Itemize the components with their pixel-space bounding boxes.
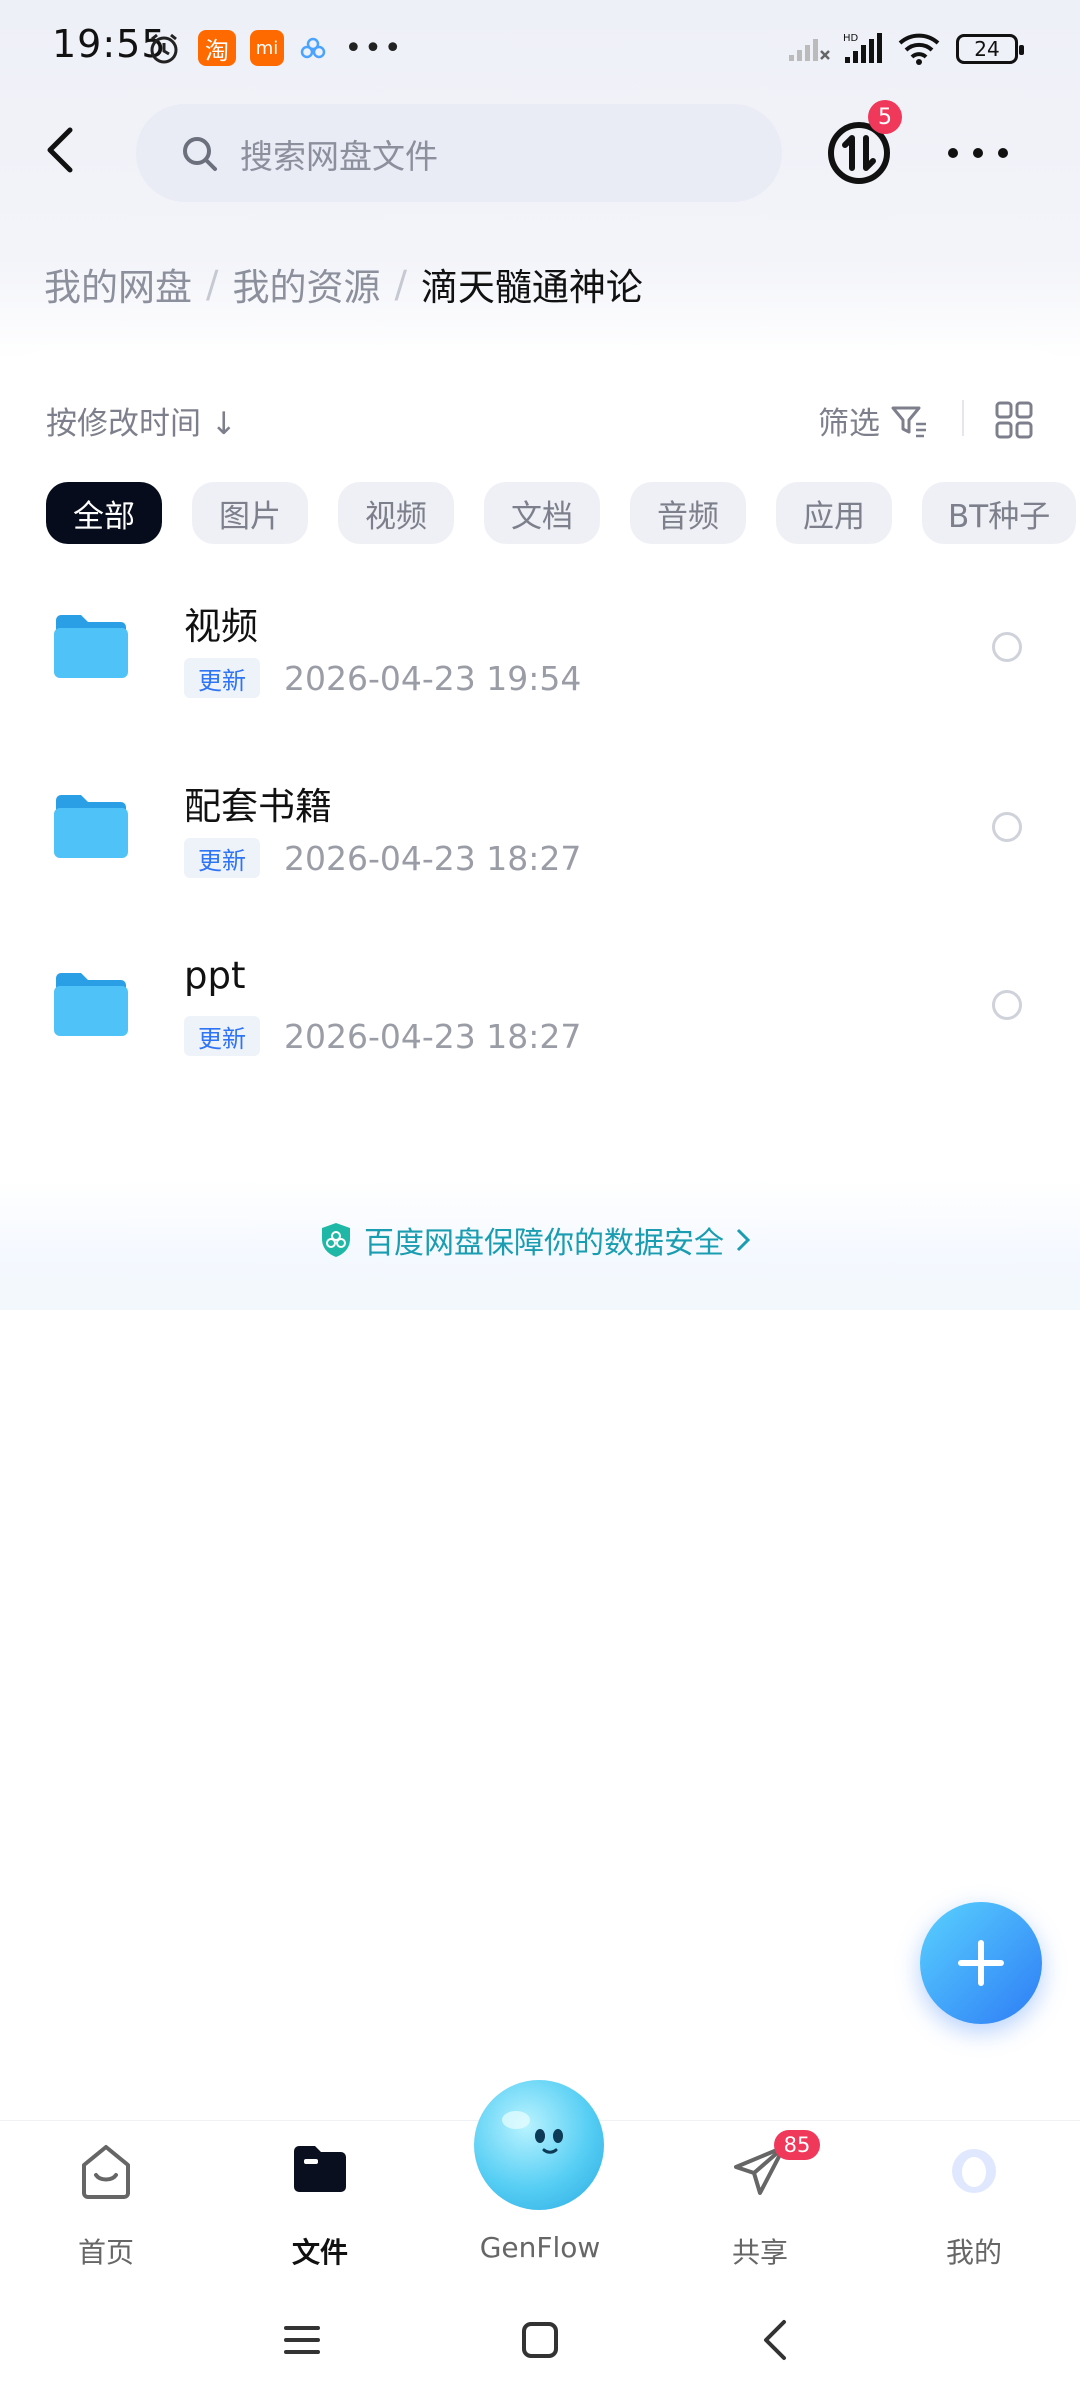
transfer-badge: 5 xyxy=(868,100,902,134)
type-filter-chips: 全部 图片 视频 文档 音频 应用 BT种子 xyxy=(46,482,1080,544)
more-dot xyxy=(998,148,1008,158)
file-name: 配套书籍 xyxy=(184,785,332,828)
breadcrumb-item-my-resources[interactable]: 我的资源 xyxy=(232,257,380,311)
chip-all[interactable]: 全部 xyxy=(46,482,162,544)
chip-apps[interactable]: 应用 xyxy=(776,482,892,544)
file-modified-time: 2026-04-23 18:27 xyxy=(284,838,582,878)
wifi-icon xyxy=(896,30,944,66)
taobao-icon: 淘 xyxy=(198,30,236,66)
chip-bt-torrents[interactable]: BT种子 xyxy=(922,482,1077,544)
tab-share-label: 共享 xyxy=(731,2236,788,2269)
breadcrumb-separator: / xyxy=(394,262,407,306)
svg-text:HD: HD xyxy=(843,33,859,44)
toolbar-divider xyxy=(962,400,964,436)
chevron-left-icon xyxy=(47,127,73,173)
search-placeholder: 搜索网盘文件 xyxy=(240,137,438,176)
tab-home-label: 首页 xyxy=(77,2236,134,2269)
genflow-bubble-icon[interactable] xyxy=(474,2080,604,2210)
tab-me-label: 我的 xyxy=(945,2236,1002,2269)
more-dots-icon: ••• xyxy=(344,30,404,66)
file-name: 视频 xyxy=(184,605,258,648)
tab-files[interactable]: 文件 xyxy=(240,2141,400,2281)
security-link[interactable]: 百度网盘保障你的数据安全 xyxy=(318,1218,752,1262)
sort-button[interactable]: 按修改时间 ↓ xyxy=(46,398,237,443)
select-checkbox[interactable] xyxy=(992,632,1022,662)
add-fab-button[interactable] xyxy=(920,1902,1042,2024)
breadcrumb-separator: / xyxy=(206,262,219,306)
security-text: 百度网盘保障你的数据安全 xyxy=(364,1226,724,1261)
system-navigation-bar xyxy=(0,2290,1080,2400)
back-arrow-icon[interactable] xyxy=(756,2318,796,2362)
chip-documents[interactable]: 文档 xyxy=(484,482,600,544)
folder-icon xyxy=(54,615,128,678)
tab-genflow-label: GenFlow xyxy=(479,2231,601,2264)
breadcrumb-current: 滴天髓通神论 xyxy=(420,266,643,309)
update-tag: 更新 xyxy=(184,1016,260,1056)
chip-audio[interactable]: 音频 xyxy=(630,482,746,544)
more-dot xyxy=(948,148,958,158)
file-modified-time: 2026-04-23 19:54 xyxy=(284,658,582,698)
more-menu-button[interactable] xyxy=(948,128,1008,178)
app-root: 19:55 淘 mi ••• HD 24 搜索网盘文件 5 我的网盘 / 我的资… xyxy=(0,0,1080,2400)
select-checkbox[interactable] xyxy=(992,812,1022,842)
security-banner: 百度网盘保障你的数据安全 xyxy=(0,1180,1080,1310)
tab-share[interactable]: 共享 xyxy=(680,2141,840,2281)
back-button[interactable] xyxy=(34,120,94,180)
update-tag: 更新 xyxy=(184,838,260,878)
folder-icon xyxy=(54,973,128,1036)
share-badge: 85 xyxy=(774,2130,820,2160)
filter-button[interactable]: 筛选 xyxy=(818,398,928,443)
breadcrumb: 我的网盘 / 我的资源 / 滴天髓通神论 xyxy=(44,258,643,310)
select-checkbox[interactable] xyxy=(992,990,1022,1020)
search-bar[interactable]: 搜索网盘文件 xyxy=(136,104,782,202)
folder-icon xyxy=(294,2146,346,2192)
baidu-netdisk-icon xyxy=(298,30,328,66)
tab-home[interactable]: 首页 xyxy=(26,2141,186,2281)
avatar-ring-icon xyxy=(952,2149,996,2193)
mi-icon: mi xyxy=(250,30,284,66)
search-icon xyxy=(183,137,217,171)
filter-label: 筛选 xyxy=(818,406,880,442)
list-item[interactable]: 视频 更新 2026-04-23 19:54 xyxy=(0,582,1080,752)
list-item[interactable]: 配套书籍 更新 2026-04-23 18:27 xyxy=(0,762,1080,932)
menu-icon[interactable] xyxy=(282,2320,322,2360)
status-bar: 19:55 淘 mi ••• HD 24 xyxy=(0,0,1080,96)
signal-sim1-icon xyxy=(786,30,834,66)
chip-images[interactable]: 图片 xyxy=(192,482,308,544)
file-name: ppt xyxy=(184,954,246,997)
list-item[interactable]: ppt 更新 2026-04-23 18:27 xyxy=(0,940,1080,1110)
home-square-icon[interactable] xyxy=(520,2320,560,2360)
breadcrumb-item-my-drive[interactable]: 我的网盘 xyxy=(44,257,192,311)
grid-view-icon xyxy=(995,401,1033,439)
update-tag: 更新 xyxy=(184,658,260,698)
chip-videos[interactable]: 视频 xyxy=(338,482,454,544)
more-dot xyxy=(973,148,983,158)
grid-view-button[interactable] xyxy=(994,400,1034,440)
chevron-right-icon xyxy=(736,1228,751,1252)
tab-me[interactable]: 我的 xyxy=(894,2141,1054,2281)
home-face-icon xyxy=(82,2145,130,2199)
file-modified-time: 2026-04-23 18:27 xyxy=(284,1016,582,1056)
alarm-icon xyxy=(146,30,182,66)
filter-funnel-icon xyxy=(891,406,926,437)
shield-icon xyxy=(322,1223,350,1257)
battery-indicator: 24 xyxy=(956,34,1024,64)
folder-icon xyxy=(54,795,128,858)
tab-files-label: 文件 xyxy=(291,2236,348,2269)
signal-sim2-icon: HD xyxy=(840,30,888,66)
